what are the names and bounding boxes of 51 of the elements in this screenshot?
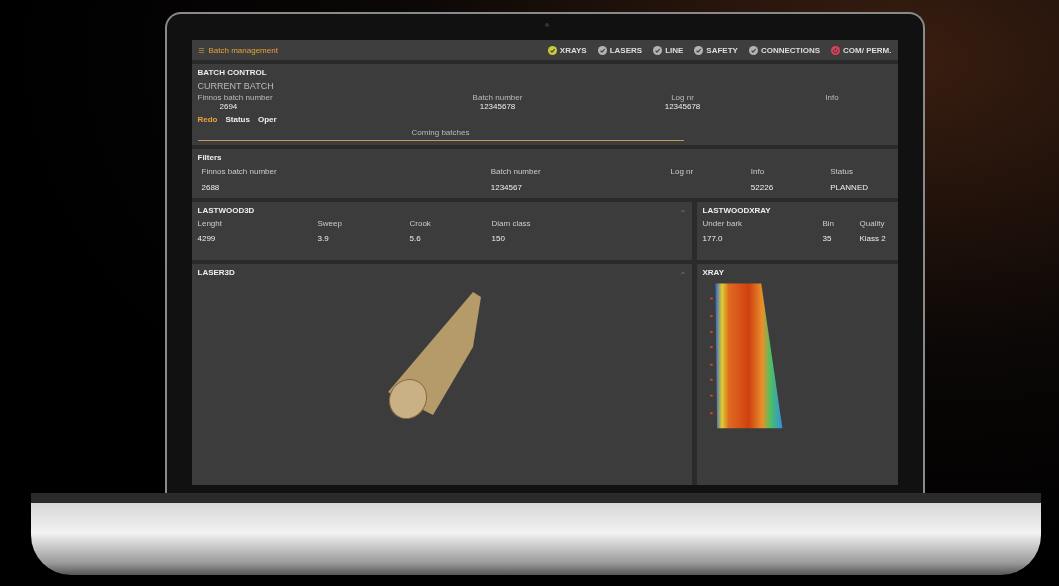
column-header: Under bark — [702, 218, 744, 230]
column-header: Quality — [859, 218, 886, 230]
table-cell-text: 177.0 — [702, 233, 724, 245]
table-cell-text: 52226 — [749, 182, 775, 194]
table-cell-text: 35 — [822, 233, 833, 245]
field-value: 12345678 — [664, 102, 701, 111]
app-title: Batch management — [208, 45, 278, 55]
panel-heading: LASER3D — [197, 268, 235, 277]
section-heading: Filters — [197, 153, 223, 162]
panel-heading: XRAY — [702, 268, 725, 277]
column-header: Sweep — [317, 218, 343, 230]
coming-batches-label: Coming batches — [411, 128, 470, 137]
column-header: Status — [829, 166, 854, 178]
section-heading: BATCH CONTROL — [197, 68, 268, 77]
column-header: Lenght — [197, 218, 223, 230]
field-label: Log nr — [671, 93, 694, 102]
column-header: Diam class — [491, 218, 532, 230]
field-label: Batch number — [472, 93, 523, 102]
current-batch-title: CURRENT BATCH — [197, 81, 275, 91]
field-value: 12345678 — [479, 102, 516, 111]
table-cell-text: 150 — [491, 233, 506, 245]
panel-heading: LASTWOOD3D — [197, 206, 255, 215]
table-cell-text: PLANNED — [829, 182, 869, 194]
menu-icon[interactable] — [197, 46, 205, 54]
panel-heading: LASTWOODXRAY — [702, 206, 772, 215]
field-label: Info — [825, 93, 839, 102]
column-header: Info — [749, 166, 766, 178]
status-label: COM/ PERM. — [843, 45, 892, 55]
column-header: Batch number — [489, 166, 542, 178]
table-cell-text: 2688 — [200, 182, 221, 194]
field-value: 2694 — [219, 102, 238, 111]
field-label: Finnos batch number — [197, 93, 273, 102]
tab[interactable]: Status — [225, 115, 250, 124]
status-label: LINE — [665, 45, 684, 55]
tab[interactable]: Redo — [197, 115, 218, 124]
table-cell-text: 3.9 — [317, 233, 330, 245]
table-cell-text: 1234567 — [489, 182, 523, 194]
column-header: Bin — [822, 218, 836, 230]
status-label: LASERS — [609, 45, 643, 55]
collapse-icon[interactable] — [679, 269, 686, 276]
status-label: SAFETY — [706, 45, 738, 55]
tab[interactable]: Oper — [257, 115, 277, 124]
status-label: XRAYS — [559, 45, 587, 55]
table-cell-text: 5.6 — [409, 233, 422, 245]
column-header: Crook — [409, 218, 432, 230]
column-header: Log nr — [669, 166, 695, 178]
column-header: Finnos batch number — [200, 166, 278, 178]
collapse-icon[interactable] — [679, 207, 686, 214]
table-cell-text: Klass 2 — [859, 233, 887, 245]
table-cell-text: 4299 — [197, 233, 217, 245]
status-label: CONNECTIONS — [760, 45, 821, 55]
